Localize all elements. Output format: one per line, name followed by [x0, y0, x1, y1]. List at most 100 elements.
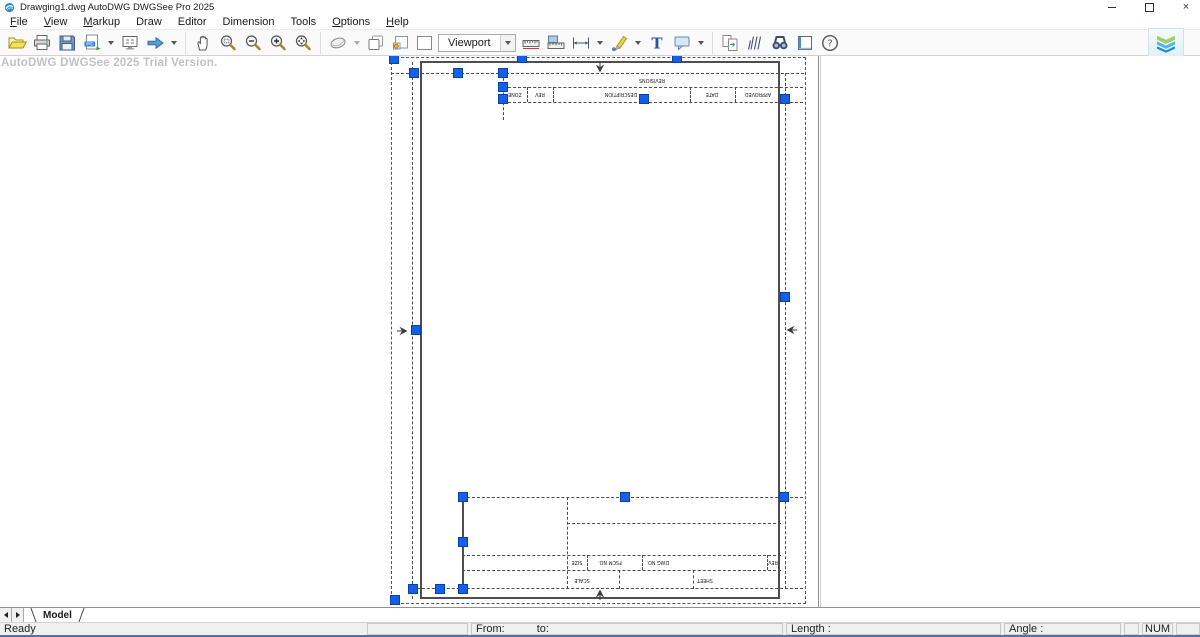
selection-grip[interactable]	[498, 94, 508, 104]
selection-grip[interactable]	[435, 584, 445, 594]
selection-grip[interactable]	[389, 56, 399, 64]
menu-file[interactable]: File	[2, 16, 36, 28]
selection-grip[interactable]	[409, 68, 419, 78]
zoom-window-icon	[218, 33, 238, 53]
comment-dropdown[interactable]	[698, 41, 704, 45]
pan-button[interactable]	[191, 31, 215, 55]
selection-grip[interactable]	[779, 492, 789, 502]
sheet-border	[420, 61, 780, 599]
zoom-extents-button[interactable]	[291, 31, 315, 55]
selection-grip[interactable]	[411, 325, 421, 335]
forward-dropdown[interactable]	[171, 41, 177, 45]
viewport-combo-value: Viewport	[448, 37, 491, 49]
viewport-color-swatch[interactable]	[417, 36, 432, 50]
save-button[interactable]	[55, 31, 79, 55]
viewport-frame-button[interactable]	[389, 31, 413, 55]
tab-model[interactable]: Model	[30, 608, 85, 622]
eraser-button[interactable]	[326, 31, 350, 55]
selection-grip[interactable]	[408, 584, 418, 594]
marker-dropdown[interactable]	[635, 41, 641, 45]
zoom-in-button[interactable]	[266, 31, 290, 55]
window-title: Drawging1.dwg AutoDWG DWGSee Pro 2025	[20, 2, 214, 13]
eraser-icon	[328, 33, 348, 53]
selection-grip[interactable]	[458, 492, 468, 502]
drawing-line	[642, 555, 643, 570]
selection-grip[interactable]	[672, 56, 682, 63]
menu-help[interactable]: Help	[378, 16, 417, 28]
menu-view[interactable]: View	[36, 16, 76, 28]
selection-grip[interactable]	[498, 82, 508, 92]
zoom-extents-icon	[293, 33, 313, 53]
menu-editor[interactable]: Editor	[170, 16, 215, 28]
selection-grip[interactable]	[620, 492, 630, 502]
menu-draw[interactable]: Draw	[128, 16, 170, 28]
menu-markup[interactable]: Markup	[75, 16, 128, 28]
selection-grip[interactable]	[458, 537, 468, 547]
tab-scroll-left-button[interactable]	[0, 608, 12, 622]
status-ready: Ready	[0, 623, 364, 635]
eraser-dropdown[interactable]	[354, 41, 360, 45]
selection-grip[interactable]	[390, 595, 400, 605]
find-button[interactable]	[768, 31, 792, 55]
drawing-canvas[interactable]: AutoDWG DWGSee 2025 Trial Version. REVIS…	[0, 56, 1200, 607]
hatch-lines-icon	[745, 33, 765, 53]
text-button[interactable]: T	[645, 31, 669, 55]
drawing-line	[412, 588, 803, 589]
help-button[interactable]: ?	[818, 31, 842, 55]
centering-mark-icon	[594, 61, 606, 73]
dimension-button[interactable]	[569, 31, 593, 55]
viewport-combo-dropdown[interactable]	[500, 35, 515, 51]
menu-dimension[interactable]: Dimension	[215, 16, 283, 28]
status-num-lock-indicator: NUM	[1142, 623, 1173, 635]
forward-button[interactable]	[143, 31, 167, 55]
status-bar: Ready From: to: Length : Angle : NUM	[0, 622, 1200, 637]
layers-button[interactable]	[364, 31, 388, 55]
selection-grip[interactable]	[780, 292, 790, 302]
copy-transfer-button[interactable]	[718, 31, 742, 55]
zoom-in-icon	[268, 33, 288, 53]
measure-area-button[interactable]	[544, 31, 568, 55]
toolbar: IMG Viewport T ?	[0, 29, 1200, 56]
menu-options[interactable]: Options	[324, 16, 378, 28]
selection-grip[interactable]	[498, 68, 508, 78]
centering-mark-icon	[594, 587, 606, 599]
dwgsee-logo[interactable]	[1148, 28, 1184, 58]
selection-grip[interactable]	[780, 94, 790, 104]
status-angle-panel: Angle :	[1004, 623, 1121, 635]
svg-text:IMG: IMG	[86, 41, 94, 46]
zoom-window-button[interactable]	[216, 31, 240, 55]
display-button[interactable]	[118, 31, 142, 55]
comment-button[interactable]	[670, 31, 694, 55]
selection-grip[interactable]	[458, 584, 468, 594]
status-from-label: From:	[476, 623, 505, 635]
export-image-dropdown[interactable]	[108, 41, 114, 45]
measure-distance-button[interactable]	[519, 31, 543, 55]
hatch-button[interactable]	[743, 31, 767, 55]
comment-bubble-icon	[672, 33, 692, 53]
layout-button[interactable]	[793, 31, 817, 55]
open-button[interactable]	[5, 31, 29, 55]
viewport-combobox[interactable]: Viewport	[438, 34, 516, 52]
print-button[interactable]	[30, 31, 54, 55]
toolbar-separator	[712, 32, 713, 54]
layout-page-icon	[795, 33, 815, 53]
zoom-out-button[interactable]	[241, 31, 265, 55]
export-image-button[interactable]: IMG	[80, 31, 104, 55]
dimension-dropdown[interactable]	[597, 41, 603, 45]
toolbar-separator	[185, 32, 186, 54]
selection-grip[interactable]	[639, 94, 649, 104]
selection-grip[interactable]	[453, 68, 463, 78]
drawing-line	[503, 87, 803, 88]
copy-transfer-icon	[720, 33, 740, 53]
binoculars-icon	[770, 33, 790, 53]
maximize-button[interactable]	[1143, 1, 1155, 13]
area-ruler-icon	[546, 33, 566, 53]
marker-button[interactable]	[607, 31, 631, 55]
menu-tools[interactable]: Tools	[283, 16, 325, 28]
tab-scroll-right-button[interactable]	[12, 608, 24, 622]
minimize-button[interactable]	[1106, 1, 1118, 13]
dimension-icon	[571, 33, 591, 53]
close-button[interactable]: ×	[1180, 1, 1192, 13]
selection-grip[interactable]	[517, 56, 527, 63]
drawing-line	[587, 555, 588, 570]
